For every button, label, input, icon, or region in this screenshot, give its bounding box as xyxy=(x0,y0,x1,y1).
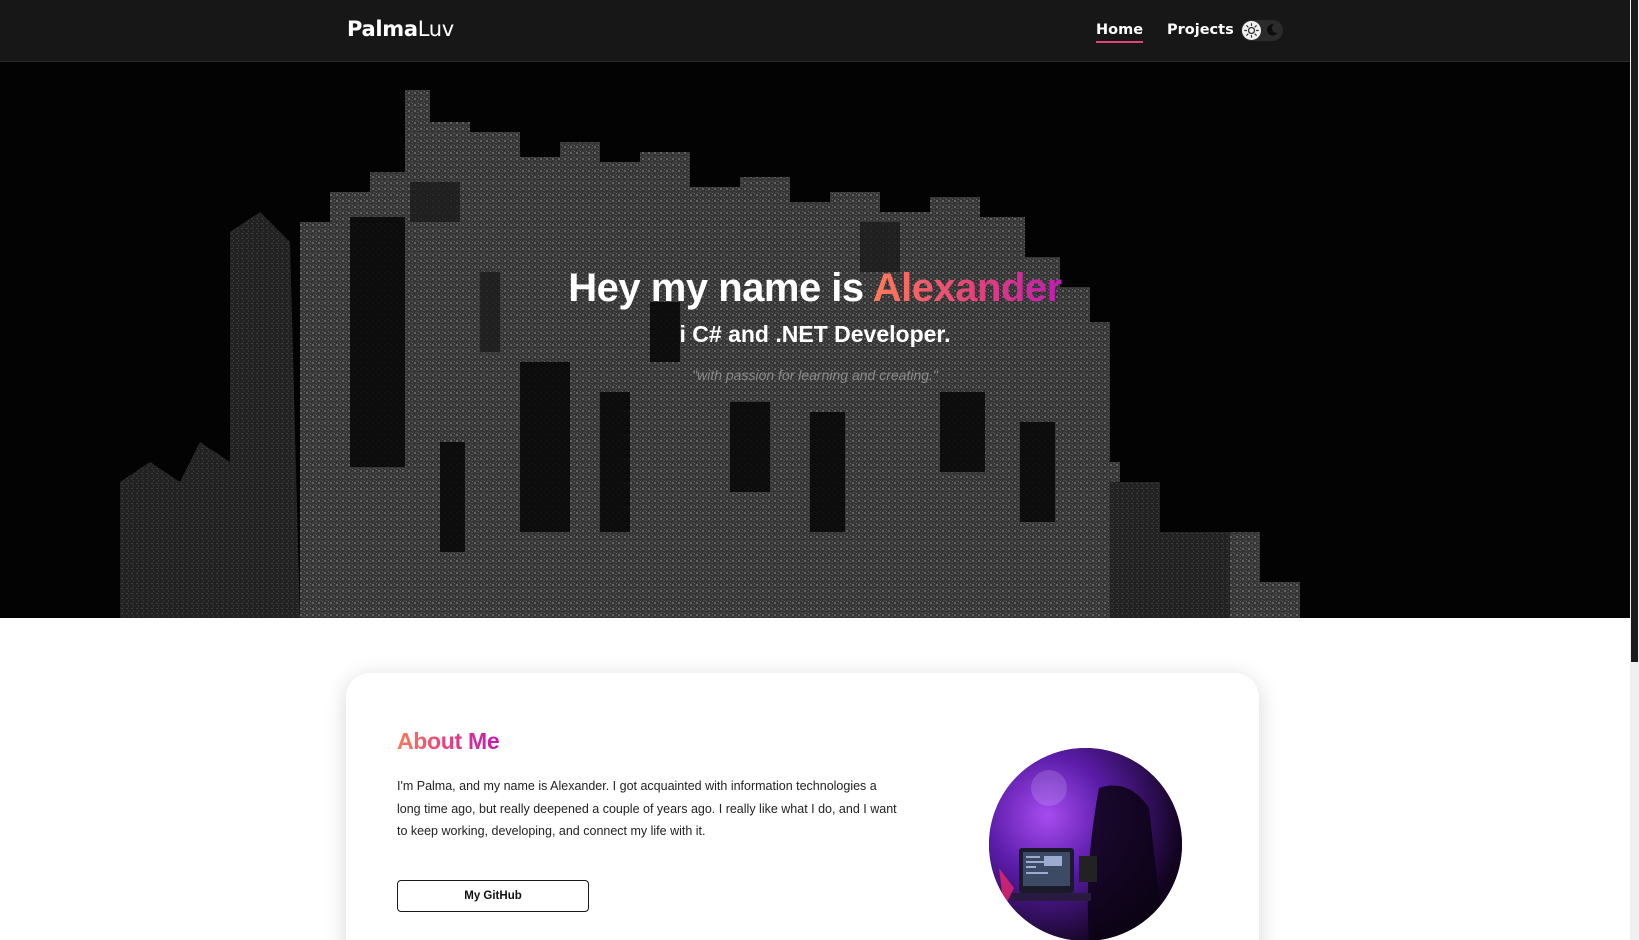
about-title: About Me xyxy=(397,728,500,754)
about-card: About Me I'm Palma, and my name is Alexa… xyxy=(346,673,1259,940)
hero-title-name: Alexander xyxy=(872,266,1062,310)
avatar xyxy=(989,748,1182,940)
github-button[interactable]: My GitHub xyxy=(397,880,589,912)
page-scrollbar[interactable] xyxy=(1630,0,1639,940)
hero-title-prefix: Hey my name is xyxy=(568,266,873,310)
sun-icon xyxy=(1242,21,1261,40)
scrollbar-thumb[interactable] xyxy=(1631,0,1638,662)
about-text: I'm Palma, and my name is Alexander. I g… xyxy=(397,779,897,838)
hero-subtitle: i C# and .NET Developer. xyxy=(679,321,951,347)
navbar: PalmaLuv Home Projects xyxy=(0,0,1630,62)
brand-light: Luv xyxy=(417,17,454,41)
brand-bold: Palma xyxy=(347,17,418,41)
theme-toggle[interactable] xyxy=(1241,20,1283,41)
hero-section: Hey my name is Alexander i C# and .NET D… xyxy=(0,62,1630,618)
nav-link-home[interactable]: Home xyxy=(1096,22,1144,43)
hero-title: Hey my name is Alexander xyxy=(0,266,1630,311)
hero-quote: "with passion for learning and creating.… xyxy=(692,367,938,383)
brand-logo[interactable]: PalmaLuv xyxy=(347,17,454,41)
nav-link-projects[interactable]: Projects xyxy=(1167,22,1234,38)
moon-icon xyxy=(1267,24,1278,36)
avatar-photo xyxy=(989,748,1182,940)
